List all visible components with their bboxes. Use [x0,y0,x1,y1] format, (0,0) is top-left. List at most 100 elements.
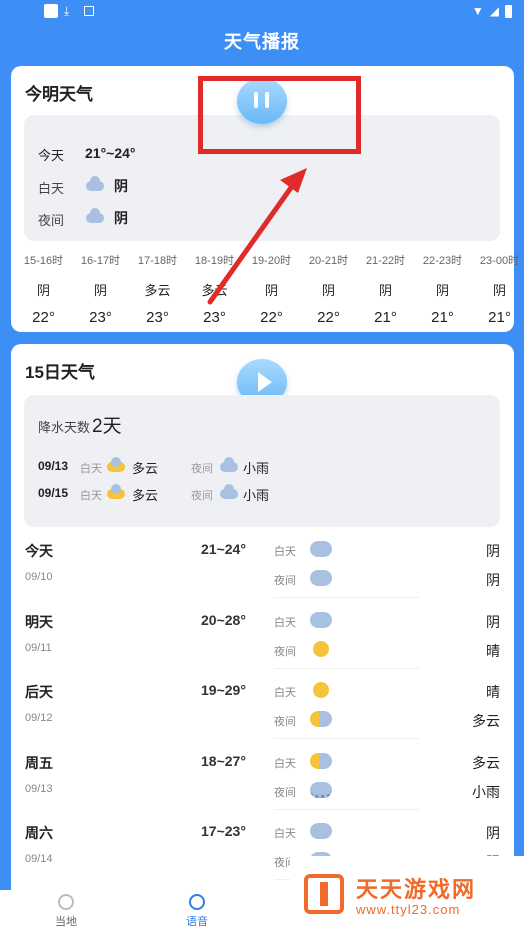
day-label: 白天 [274,757,296,770]
night-label: 夜间 [274,645,296,658]
annotation-highlight-box [198,76,361,154]
rain-date: 09/15 [38,486,69,500]
day-temperature-range: 21~24° [201,541,246,557]
hourly-item: 17-18时 多云 23° [129,252,186,326]
signal-icon: ◢ [489,4,499,18]
watermark: 天天游戏网 www.ttyl23.com [290,856,524,931]
rain-day-condition: 多云 [132,488,159,503]
day-condition: 阴 [486,825,500,841]
day-row[interactable]: 周五 09/13 18~27° 白天 多云 夜间 小雨 [11,752,514,823]
today-label: 今天 [38,148,65,163]
cloud-icon [310,541,332,557]
day-row[interactable]: 明天 09/11 20~28° 白天 阴夜间 晴 [11,611,514,682]
night-condition: 小雨 [472,783,500,800]
rain-night-label: 夜间 [191,490,213,502]
nav-local-label: 当地 [55,916,77,928]
hour-temperature: 21° [488,309,511,326]
rain-days-value: 2天 [92,416,122,437]
hourly-item: 16-17时阴 23° [72,252,129,326]
night-label: 夜间 [274,786,296,799]
row-divider [274,808,419,810]
hour-time: 20-21时 [308,255,349,267]
day-name: 周六 [25,825,53,841]
partly-icon [310,711,332,727]
day-condition: 多云 [472,754,500,771]
night-condition: 晴 [486,642,500,659]
hour-time: 17-18时 [137,255,178,267]
day-row[interactable]: 今天 09/10 21~24° 白天阴夜间阴 [11,541,514,611]
hour-time: 22-23时 [422,255,463,267]
cloud-icon [86,176,104,191]
page-title: 天气播报 [224,32,300,52]
day-label: 白天 [274,687,296,699]
partly-cloudy-icon [107,457,125,472]
card-title: 今明天气 [25,85,93,104]
day-name: 明天 [25,613,53,630]
day-name: 后天 [25,684,53,700]
rain-night-label: 夜间 [191,463,213,475]
day-temperature-range: 17~23° [201,823,246,839]
hour-time: 18-19时 [194,255,235,267]
rain-date: 09/13 [38,459,69,473]
hour-condition: 阴 [378,283,392,298]
day-condition: 阴 [486,543,500,559]
day-date: 09/13 [25,782,53,795]
rain-night-condition: 小雨 [243,488,270,503]
hourly-item: 22-23时阴 21° [414,252,471,326]
wifi-icon: ▼ [471,4,484,18]
cloud-icon [310,611,332,628]
rain-icon [220,484,238,499]
watermark-logo-icon [304,874,344,914]
nav-voice[interactable]: 语音 [167,894,227,929]
rain-icon [310,781,332,798]
partly-cloudy-icon [107,484,125,499]
day-temperature-range: 20~28° [201,611,246,628]
night-label: 夜间 [38,213,65,228]
day-temperature-range: 19~29° [201,682,246,698]
hour-temperature: 23° [203,309,226,326]
nav-local[interactable]: 当地 [36,894,96,929]
bottom-nav: 当地 语音 [0,890,290,931]
hour-time: 23-00时 [479,255,520,267]
night-label: 夜间 [274,575,296,587]
hour-condition: 阴 [435,283,449,298]
watermark-title: 天天游戏网 [356,877,477,902]
cloud-icon [310,823,332,839]
day-date: 09/11 [25,641,52,654]
day-label: 白天 [274,616,296,629]
battery-icon [505,4,512,18]
day-label: 白天 [38,181,65,196]
hour-temperature: 22° [32,309,55,326]
notification-icon [44,4,58,18]
day-date: 09/12 [25,712,53,724]
hour-condition: 阴 [321,283,335,298]
rain-day-condition: 多云 [132,461,159,476]
hour-temperature: 22° [260,309,283,326]
row-divider [274,738,419,739]
night-label: 夜间 [274,716,296,728]
download-icon: ⤓ [64,4,70,18]
day-name: 今天 [25,543,53,559]
hour-condition: 阴 [93,283,107,298]
hour-temperature: 21° [431,309,454,326]
night-condition: 阴 [114,210,128,226]
hour-time: 19-20时 [251,255,292,267]
rain-day-label: 白天 [80,463,102,475]
hourly-item: 15-16时阴 22° [15,252,72,326]
hour-condition: 阴 [492,283,506,298]
hourly-item: 18-19时 多云 23° [186,252,243,326]
today-range: 21°~24° [85,145,136,161]
hour-condition: 阴 [264,283,278,298]
hourly-item: 23-00时阴 21° [471,252,524,326]
rain-icon [220,457,238,472]
hour-time: 21-22时 [365,255,406,267]
day-row[interactable]: 后天 09/12 19~29° 白天 晴夜间 多云 [11,682,514,752]
night-condition: 多云 [472,713,500,729]
day-date: 09/14 [25,853,53,865]
hour-temperature: 23° [146,309,169,326]
day-label: 白天 [274,828,296,840]
hour-time: 15-16时 [23,255,64,267]
cloud-icon [86,208,104,223]
day-label: 白天 [274,546,296,558]
day-condition: 阴 [114,178,128,194]
